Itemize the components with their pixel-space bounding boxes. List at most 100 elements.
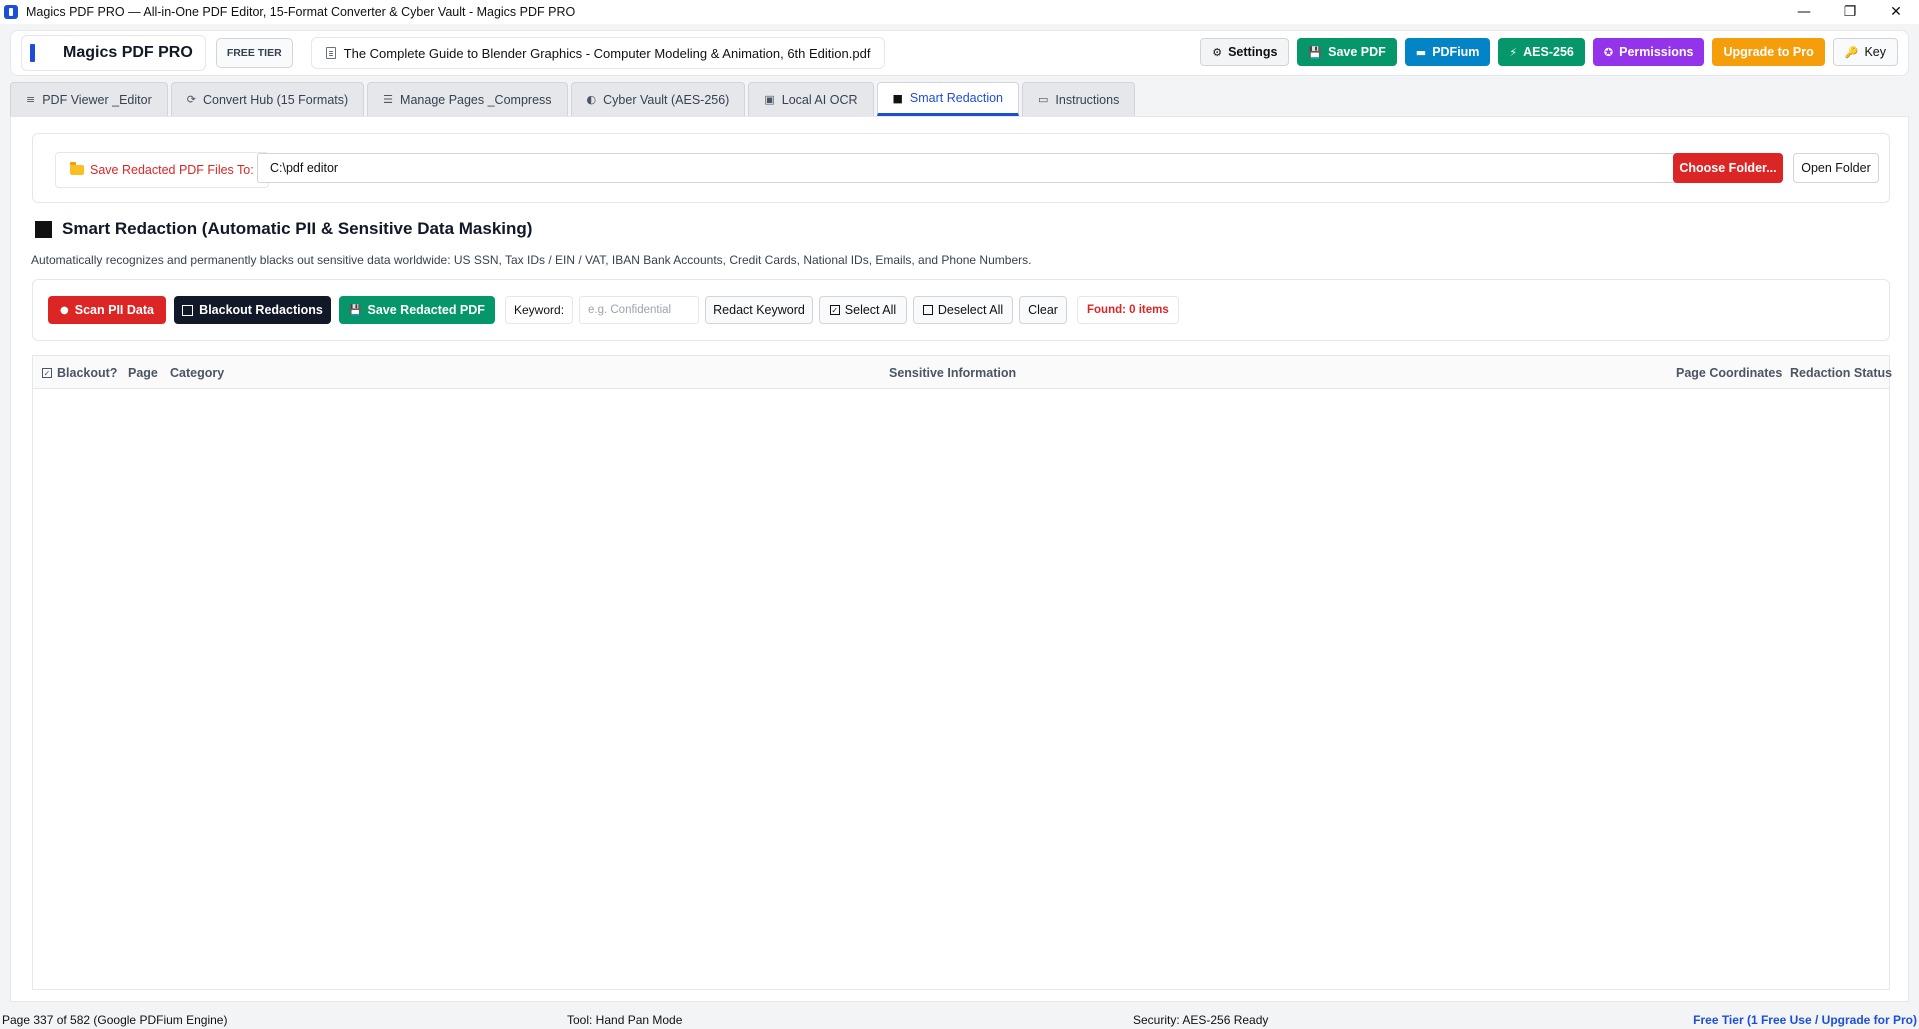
column-blackout[interactable]: ✓ Blackout? bbox=[42, 356, 117, 389]
redaction-toolbar: ● Scan PII Data Blackout Redactions 💾 Save… bbox=[32, 279, 1890, 341]
book-icon: ▭ bbox=[1038, 93, 1049, 106]
column-redaction-status[interactable]: Redaction Status bbox=[1790, 356, 1892, 389]
keyword-input[interactable] bbox=[579, 296, 699, 324]
tab-label: Convert Hub (15 Formats) bbox=[202, 92, 349, 107]
tier-badge: FREE TIER bbox=[215, 38, 293, 68]
folder-icon bbox=[70, 162, 84, 175]
tab-local-ai-ocr[interactable]: ▣ Local AI OCR bbox=[748, 82, 874, 116]
header-actions: ⚙ Settings 💾 Save PDF ▬ PDFium ⚡ AES-256 ✪ Pe… bbox=[1200, 38, 1898, 66]
pages-icon: ☰ bbox=[383, 93, 394, 106]
upgrade-button[interactable]: Upgrade to Pro bbox=[1712, 38, 1825, 66]
save-pdf-button[interactable]: 💾 Save PDF bbox=[1297, 38, 1397, 66]
table-header: ✓ Blackout? Page Category Sensitive Infor… bbox=[33, 356, 1892, 389]
section-title: Smart Redaction (Automatic PII & Sensiti… bbox=[35, 219, 532, 239]
clear-button[interactable]: Clear bbox=[1019, 296, 1067, 324]
brand-logo-icon bbox=[30, 44, 35, 62]
column-sensitive-information[interactable]: Sensitive Information bbox=[889, 356, 1016, 389]
column-page[interactable]: Page bbox=[128, 356, 158, 389]
convert-icon: ⟳ bbox=[186, 93, 196, 106]
deselect-all-label: Deselect All bbox=[937, 303, 1004, 317]
tab-label: Local AI OCR bbox=[781, 92, 858, 107]
select-all-button[interactable]: ✓ Select All bbox=[819, 296, 907, 324]
aes-button[interactable]: ⚡ AES-256 bbox=[1498, 38, 1585, 66]
status-tool: Tool: Hand Pan Mode bbox=[567, 1013, 683, 1027]
tab-label: Instructions bbox=[1055, 92, 1120, 107]
settings-button[interactable]: ⚙ Settings bbox=[1200, 38, 1290, 66]
minimize-icon[interactable]: — bbox=[1781, 0, 1827, 24]
scanner-icon: ▣ bbox=[764, 93, 775, 106]
checked-box-icon: ✓ bbox=[42, 367, 52, 378]
aes-label: AES-256 bbox=[1523, 45, 1574, 59]
key-button[interactable]: 🔑 Key bbox=[1832, 38, 1898, 66]
deselect-all-button[interactable]: Deselect All bbox=[913, 296, 1013, 324]
list-icon: ≡ bbox=[26, 93, 36, 106]
tab-label: Manage Pages _Compress bbox=[400, 92, 552, 107]
badge-icon: ✪ bbox=[1603, 45, 1614, 59]
permissions-button[interactable]: ✪ Permissions bbox=[1592, 38, 1705, 66]
tab-pdf-viewer[interactable]: ≡ PDF Viewer _Editor bbox=[10, 82, 168, 116]
tab-manage-pages[interactable]: ☰ Manage Pages _Compress bbox=[367, 82, 568, 116]
tab-label: Smart Redaction bbox=[909, 91, 1004, 105]
column-category[interactable]: Category bbox=[170, 356, 224, 389]
window-title: Magics PDF PRO — All-in-One PDF Editor, … bbox=[26, 5, 576, 19]
document-icon bbox=[325, 47, 336, 59]
scan-pii-button[interactable]: ● Scan PII Data bbox=[48, 296, 166, 324]
status-tier-link[interactable]: Free Tier (1 Free Use / Upgrade for Pro) bbox=[1693, 1013, 1917, 1027]
empty-box-icon bbox=[922, 305, 933, 315]
permissions-label: Permissions bbox=[1619, 45, 1694, 59]
tab-cyber-vault[interactable]: ◐ Cyber Vault (AES-256) bbox=[570, 82, 746, 116]
open-folder-button[interactable]: Open Folder bbox=[1793, 153, 1879, 183]
tab-bar: ≡ PDF Viewer _Editor ⟳ Convert Hub (15 For… bbox=[10, 82, 1136, 116]
save-pdf-label: Save PDF bbox=[1328, 45, 1386, 59]
output-folder-input[interactable] bbox=[257, 153, 1684, 183]
black-square-icon bbox=[35, 220, 52, 238]
select-all-label: Select All bbox=[844, 303, 897, 317]
pdfium-button[interactable]: ▬ PDFium bbox=[1404, 38, 1491, 66]
choose-folder-button[interactable]: Choose Folder... bbox=[1673, 153, 1783, 183]
checked-box-icon: ✓ bbox=[829, 305, 840, 315]
section-description: Automatically recognizes and permanently… bbox=[31, 253, 1032, 267]
key-label: Key bbox=[1864, 45, 1886, 59]
save-redacted-button[interactable]: 💾 Save Redacted PDF bbox=[339, 296, 495, 324]
brand: Magics PDF PRO bbox=[21, 35, 206, 71]
app-header: Magics PDF PRO FREE TIER The Complete Gu… bbox=[10, 30, 1909, 76]
window-titlebar: Magics PDF PRO — All-in-One PDF Editor, … bbox=[0, 0, 1919, 24]
file-name-label: The Complete Guide to Blender Graphics -… bbox=[343, 45, 871, 61]
tab-convert-hub[interactable]: ⟳ Convert Hub (15 Formats) bbox=[170, 82, 365, 116]
settings-label: Settings bbox=[1228, 45, 1278, 59]
status-page: Page 337 of 582 (Google PDFium Engine) bbox=[2, 1013, 228, 1027]
smart-redaction-panel: Save Redacted PDF Files To: Choose Folde… bbox=[10, 116, 1909, 1002]
shield-icon: ◐ bbox=[586, 93, 597, 106]
restore-icon[interactable]: ❐ bbox=[1827, 0, 1873, 24]
output-folder-row: Save Redacted PDF Files To: Choose Folde… bbox=[32, 133, 1890, 203]
black-square-icon: ■ bbox=[892, 91, 903, 105]
floppy-icon: 💾 bbox=[1308, 45, 1323, 59]
engine-icon: ▬ bbox=[1415, 45, 1427, 59]
pdfium-label: PDFium bbox=[1432, 45, 1480, 59]
output-folder-label-text: Save Redacted PDF Files To: bbox=[90, 163, 254, 177]
keyword-label: Keyword: bbox=[505, 296, 574, 324]
key-icon: 🔑 bbox=[1844, 45, 1859, 59]
upgrade-label: Upgrade to Pro bbox=[1723, 45, 1814, 59]
gear-icon: ⚙ bbox=[1212, 45, 1223, 59]
blackout-label: Blackout Redactions bbox=[199, 303, 323, 317]
tab-label: PDF Viewer _Editor bbox=[42, 92, 152, 107]
app-logo-icon bbox=[4, 5, 18, 19]
status-bar: Page 337 of 582 (Google PDFium Engine) T… bbox=[0, 1011, 1919, 1029]
window-controls: — ❐ ✕ bbox=[1781, 0, 1919, 24]
output-folder-label: Save Redacted PDF Files To: bbox=[55, 152, 269, 188]
section-title-text: Smart Redaction (Automatic PII & Sensiti… bbox=[62, 219, 533, 238]
tab-instructions[interactable]: ▭ Instructions bbox=[1022, 82, 1136, 116]
close-icon[interactable]: ✕ bbox=[1873, 0, 1919, 24]
floppy-icon: 💾 bbox=[349, 304, 362, 316]
bolt-icon: ⚡ bbox=[1509, 45, 1518, 59]
tab-smart-redaction[interactable]: ■ Smart Redaction bbox=[876, 82, 1020, 116]
open-file-name: The Complete Guide to Blender Graphics -… bbox=[310, 37, 886, 69]
blackout-redactions-button[interactable]: Blackout Redactions bbox=[174, 296, 331, 324]
scan-icon: ● bbox=[60, 304, 69, 316]
scan-label: Scan PII Data bbox=[74, 303, 154, 317]
column-page-coordinates[interactable]: Page Coordinates bbox=[1676, 356, 1782, 389]
brand-name: Magics PDF PRO bbox=[63, 44, 193, 61]
redact-keyword-button[interactable]: Redact Keyword bbox=[705, 296, 813, 324]
tab-label: Cyber Vault (AES-256) bbox=[603, 92, 730, 107]
